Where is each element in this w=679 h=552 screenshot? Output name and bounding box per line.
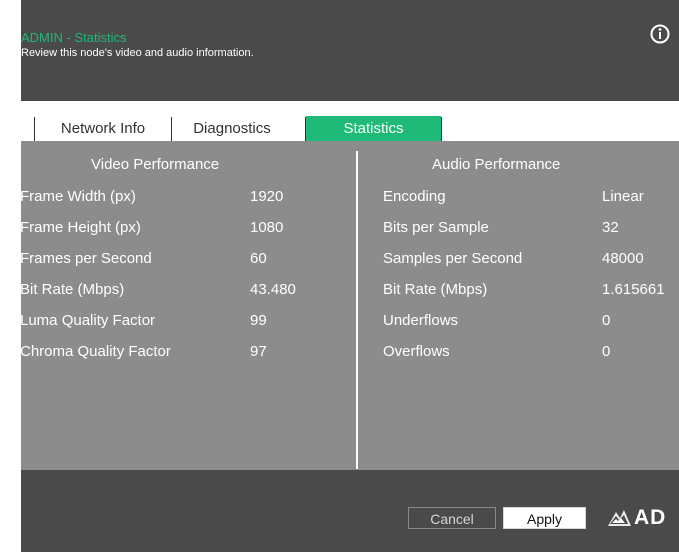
audio-row-value: Linear: [602, 188, 644, 205]
video-row-label: Frames per Second: [21, 250, 152, 267]
audio-row-label: Bits per Sample: [383, 219, 489, 236]
video-row-label: Frame Width (px): [21, 188, 136, 205]
video-row-value: 1080: [250, 219, 284, 236]
audio-row-label: Bit Rate (Mbps): [383, 281, 488, 298]
audio-row-value: 48000: [602, 250, 644, 267]
video-row-label: Luma Quality Factor: [21, 312, 156, 329]
tab-statistics[interactable]: Statistics: [306, 116, 441, 141]
audio-row-label: Underflows: [383, 312, 459, 329]
audio-row-value: 1.615661: [602, 281, 665, 298]
adder-logo: AD: [606, 503, 679, 533]
video-row-value: 1920: [250, 188, 284, 205]
header: ADMIN - Statistics Review this node's vi…: [21, 0, 679, 101]
page-title: ADMIN - Statistics: [21, 30, 127, 45]
page-subtitle: Review this node's video and audio infor…: [21, 47, 254, 59]
video-row-label: Bit Rate (Mbps): [21, 281, 125, 298]
audio-row-label: Encoding: [383, 188, 446, 205]
tab-diagnostics[interactable]: Diagnostics: [172, 116, 292, 141]
audio-row-label: Overflows: [383, 343, 450, 360]
statistics-window: ADMIN - Statistics Review this node's vi…: [21, 0, 679, 552]
cancel-button[interactable]: Cancel: [408, 507, 496, 529]
adder-logo-text: AD: [634, 506, 667, 529]
tab-separator: [441, 117, 442, 141]
audio-row-value: 32: [602, 219, 619, 236]
video-performance-title: Video Performance: [91, 156, 220, 173]
video-row-value: 99: [250, 312, 267, 329]
apply-button[interactable]: Apply: [503, 507, 586, 529]
info-icon[interactable]: [650, 24, 670, 44]
adder-logo-mark: [608, 510, 631, 526]
audio-row-label: Samples per Second: [383, 250, 523, 267]
video-row-value: 43.480: [250, 281, 296, 298]
video-row-value: 60: [250, 250, 267, 267]
video-row-value: 97: [250, 343, 267, 360]
column-divider: [356, 151, 358, 469]
video-row-label: Frame Height (px): [21, 219, 141, 236]
audio-performance-title: Audio Performance: [432, 156, 561, 173]
audio-row-value: 0: [602, 312, 611, 329]
tab-network-info[interactable]: Network Info: [35, 116, 171, 141]
video-row-label: Chroma Quality Factor: [21, 343, 171, 360]
audio-row-value: 0: [602, 343, 611, 360]
